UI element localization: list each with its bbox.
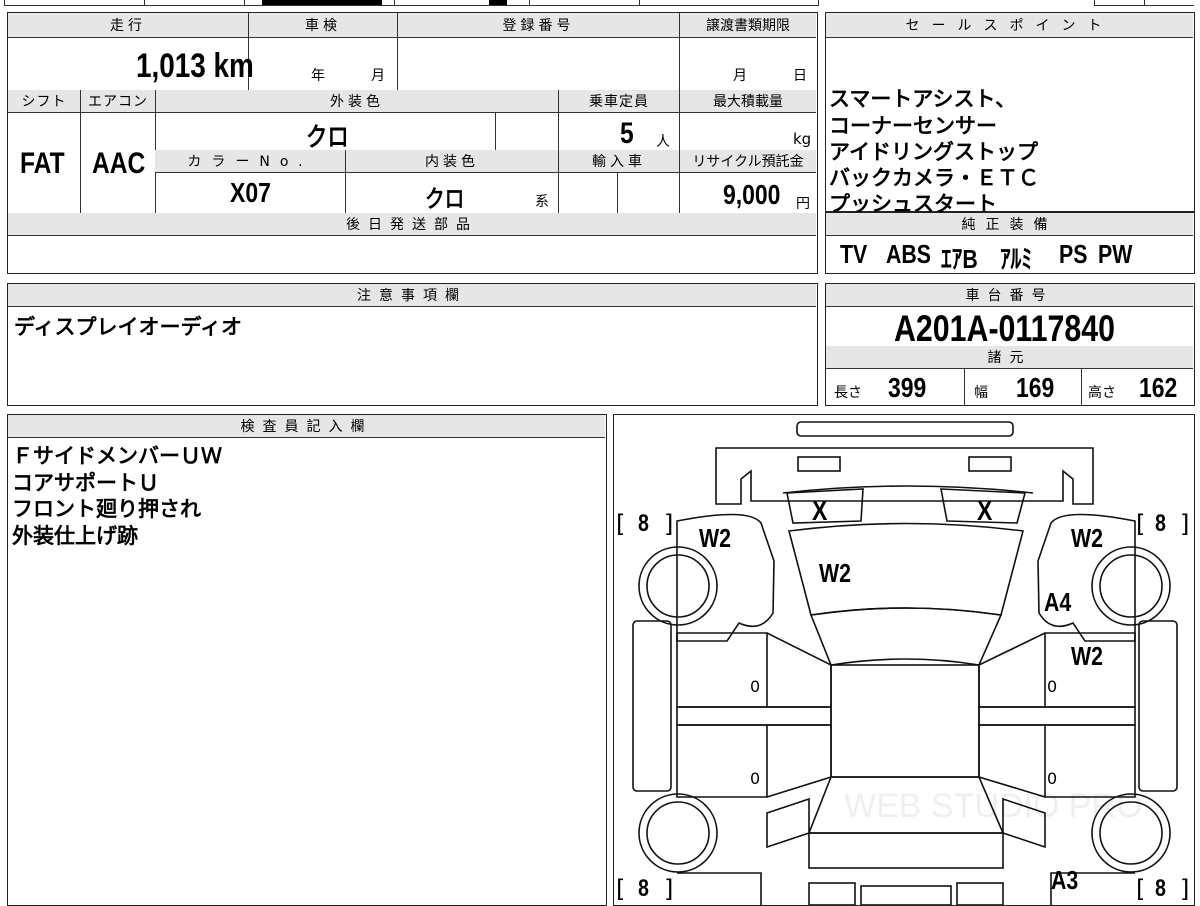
tire-rl-bracket-open: [: [616, 875, 626, 903]
specs-header: 諸元: [826, 346, 1193, 369]
interior-color-header: 内装色: [345, 150, 558, 173]
length-value: 399: [888, 372, 927, 403]
max-load-header: 最大積載量: [679, 90, 816, 113]
top-clipped-row: [4, 0, 1194, 6]
color-no-value: X07: [230, 177, 271, 208]
color-no-header: カラーNo.: [155, 150, 345, 173]
import-header: 輸入車: [558, 150, 679, 173]
aircon-value: AAC: [92, 147, 146, 180]
car-outline: [632, 421, 1178, 905]
headlight-right-code: X: [977, 495, 993, 526]
door-rl-code: 0: [750, 769, 761, 788]
fender-right-code: W2: [1071, 523, 1103, 553]
registration-number-header: 登録番号: [397, 13, 679, 38]
equipment-item: ABS: [886, 239, 932, 269]
width-value: 169: [1016, 372, 1055, 403]
equipment-item: ｱﾙﾐ: [1000, 244, 1032, 274]
height-value: 162: [1139, 372, 1178, 403]
transfer-deadline-header: 譲渡書類期限: [679, 13, 816, 38]
deadline-month-label: 月: [733, 68, 747, 84]
inspection-year-label: 年: [311, 68, 325, 84]
recycle-fee-header: リサイクル預託金: [679, 150, 816, 173]
sales-point-line: アイドリングストップ: [829, 140, 1038, 164]
vehicle-info-table: 走行 車検 登録番号 譲渡書類期限 1,013 km 年 月 月 日 シフト エ…: [7, 12, 818, 274]
height-label: 高さ: [1088, 385, 1116, 401]
tire-rl-value: 8: [638, 875, 649, 902]
car-damage-diagram: WEB STUDIO PRO [ 8 ] [ 8 ] [ 8 ] [ 8 ] X…: [613, 414, 1195, 906]
tire-fr-bracket-close: ]: [1180, 510, 1190, 538]
recycle-fee-value: 9,000: [723, 179, 781, 210]
mileage-value: 1,013 km: [136, 47, 254, 85]
fender-right-secondary-code: A4: [1044, 587, 1072, 617]
interior-color-value: クロ: [425, 186, 465, 213]
sales-point-line: バックカメラ・ＥＴＣ: [829, 166, 1039, 190]
chassis-number-header: 車台番号: [826, 284, 1193, 307]
tire-rl-bracket-close: ]: [664, 875, 674, 903]
tire-fl-value: 8: [638, 510, 649, 537]
chassis-specs-panel: 車台番号 A201A-0117840 諸元 長さ 399 幅 169 高さ 16…: [825, 283, 1195, 406]
length-label: 長さ: [834, 385, 862, 401]
genuine-equipment-panel: 純正装備 TV ABS ｴｱB ｱﾙﾐ PS PW: [825, 212, 1195, 274]
capacity-value: 5: [620, 117, 634, 150]
inspector-note-line: 外装仕上げ跡: [12, 524, 138, 548]
notes-header: 注意事項欄: [8, 284, 816, 307]
aircon-header: エアコン: [80, 90, 155, 113]
mileage-header: 走行: [8, 13, 248, 38]
interior-color-suffix: 系: [535, 194, 549, 210]
inspection-month-label: 月: [371, 68, 385, 84]
sales-points-header: セールスポイント: [826, 13, 1193, 38]
tire-fl-bracket-open: [: [616, 510, 626, 538]
tire-fr-value: 8: [1155, 510, 1166, 537]
tire-fr-bracket-open: [: [1136, 510, 1146, 538]
exterior-color-header: 外装色: [155, 90, 558, 113]
notes-text: ディスプレイオーディオ: [14, 315, 243, 339]
rear-quarter-right-code: A3: [1051, 865, 1079, 895]
door-fr-code: 0: [1047, 677, 1058, 696]
watermark-text: WEB STUDIO PRO: [844, 787, 1143, 825]
chassis-number-value: A201A-0117840: [894, 308, 1115, 349]
tire-fl-bracket-close: ]: [664, 510, 674, 538]
sales-points-panel: セールスポイント スマートアシスト、 コーナーセンサー アイドリングストップ バ…: [825, 12, 1195, 216]
inspector-note-line: フロント廻り押され: [12, 497, 201, 521]
equipment-item: ｴｱB: [941, 244, 978, 274]
capacity-header: 乗車定員: [558, 90, 679, 113]
inspection-header: 車検: [248, 13, 397, 38]
recycle-fee-unit: 円: [796, 196, 810, 212]
deadline-day-label: 日: [793, 68, 807, 84]
width-label: 幅: [974, 385, 988, 401]
inspector-note-line: コアサポートＵ: [12, 471, 159, 495]
tire-rr-bracket-open: [: [1136, 875, 1146, 903]
hood-code: W2: [819, 558, 851, 588]
tire-rr-value: 8: [1155, 875, 1166, 902]
shift-value: FAT: [20, 147, 65, 180]
door-fl-code: 0: [750, 677, 761, 696]
sales-point-line: スマートアシスト、: [829, 87, 1017, 111]
inspector-notes-header: 検査員記入欄: [8, 415, 605, 438]
shift-header: シフト: [8, 90, 80, 113]
door-rr-code: 0: [1047, 769, 1058, 788]
max-load-unit: kg: [793, 130, 812, 148]
inspector-note-line: ＦサイドメンバーＵＷ: [12, 444, 222, 468]
notes-panel: 注意事項欄 ディスプレイオーディオ: [7, 283, 818, 406]
tire-rr-bracket-close: ]: [1180, 875, 1190, 903]
headlight-left-code: X: [812, 495, 828, 526]
equipment-item: TV: [840, 239, 868, 269]
exterior-color-value: クロ: [306, 122, 349, 152]
later-parts-header: 後日発送部品: [8, 213, 816, 236]
fender-left-code: W2: [699, 523, 731, 553]
capacity-unit: 人: [656, 134, 670, 150]
front-door-right-code: W2: [1071, 641, 1103, 671]
inspector-notes-panel: 検査員記入欄 ＦサイドメンバーＵＷ コアサポートＵ フロント廻り押され 外装仕上…: [7, 414, 607, 906]
genuine-equipment-header: 純正装備: [826, 213, 1193, 236]
sales-point-line: コーナーセンサー: [829, 114, 997, 138]
equipment-item: PW: [1098, 239, 1133, 269]
equipment-item: PS: [1059, 239, 1088, 269]
